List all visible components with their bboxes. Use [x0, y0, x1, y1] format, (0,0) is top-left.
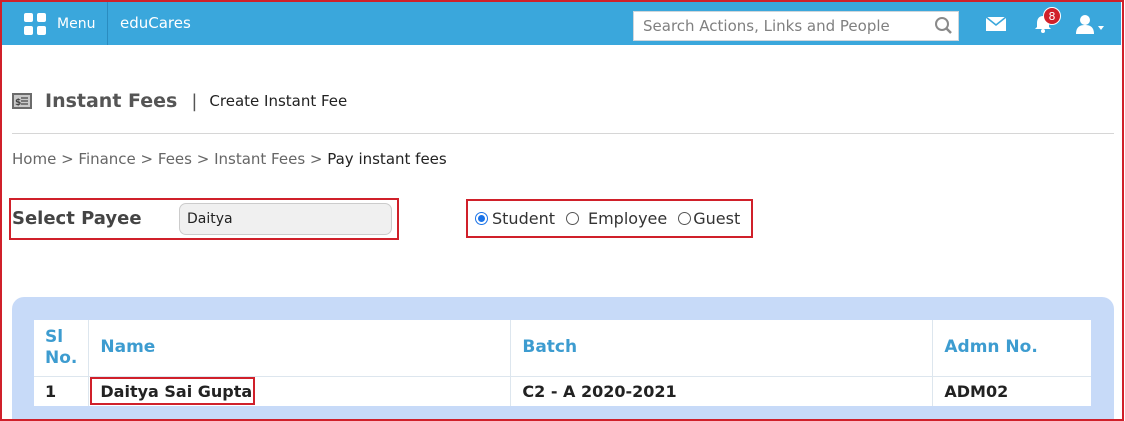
- svg-text:$: $: [15, 98, 21, 108]
- global-search: [633, 11, 959, 41]
- radio-guest[interactable]: Guest: [678, 209, 740, 228]
- payee-type-radio-group: Student Employee Guest: [475, 209, 751, 228]
- cell-sl-no: 1: [34, 376, 90, 406]
- page-title: Instant Fees: [45, 90, 178, 112]
- page-subtitle: Create Instant Fee: [209, 92, 348, 110]
- breadcrumb-current: Pay instant fees: [327, 150, 447, 168]
- breadcrumb-trail[interactable]: Home > Finance > Fees > Instant Fees >: [12, 150, 327, 168]
- user-menu-icon[interactable]: [1070, 2, 1110, 45]
- column-header-sl-no[interactable]: Sl No.: [34, 320, 90, 377]
- header-divider: [12, 133, 1114, 134]
- search-icon[interactable]: [930, 12, 958, 40]
- top-navigation-bar: Menu eduCares: [2, 2, 1121, 45]
- grid-icon: [24, 12, 46, 35]
- radio-employee-label: Employee: [587, 209, 668, 228]
- payee-input[interactable]: [179, 203, 392, 235]
- radio-employee[interactable]: Employee: [565, 209, 668, 228]
- brand-name[interactable]: eduCares: [120, 2, 191, 45]
- menu-label: Menu: [57, 15, 96, 32]
- radio-student[interactable]: Student: [475, 209, 555, 228]
- menu-button[interactable]: Menu: [12, 2, 108, 45]
- radio-unselected-icon[interactable]: [565, 212, 579, 225]
- radio-unselected-icon[interactable]: [678, 212, 692, 225]
- title-separator: |: [191, 90, 198, 112]
- notification-badge: 8: [1043, 7, 1061, 25]
- radio-student-label: Student: [492, 209, 555, 228]
- sl-header-line2: No.: [45, 347, 78, 368]
- fee-receipt-icon: $: [12, 93, 32, 109]
- sl-header-line1: Sl: [45, 326, 64, 347]
- cell-admn-no: ADM02: [944, 381, 1009, 401]
- cell-batch: C2 - A 2020-2021: [510, 376, 934, 406]
- column-header-admn-no[interactable]: Admn No.: [932, 320, 1091, 377]
- page-header: $ Instant Fees | Create Instant Fee: [12, 86, 347, 116]
- radio-guest-label: Guest: [693, 209, 741, 228]
- select-payee-label: Select Payee: [12, 208, 142, 229]
- search-input[interactable]: [634, 13, 930, 39]
- name-highlight-box: [90, 377, 255, 405]
- column-header-batch[interactable]: Batch: [510, 320, 934, 377]
- breadcrumb: Home > Finance > Fees > Instant Fees > P…: [12, 150, 447, 168]
- mail-icon[interactable]: [982, 2, 1010, 45]
- column-header-name[interactable]: Name: [88, 320, 512, 377]
- radio-selected-icon[interactable]: [475, 212, 488, 225]
